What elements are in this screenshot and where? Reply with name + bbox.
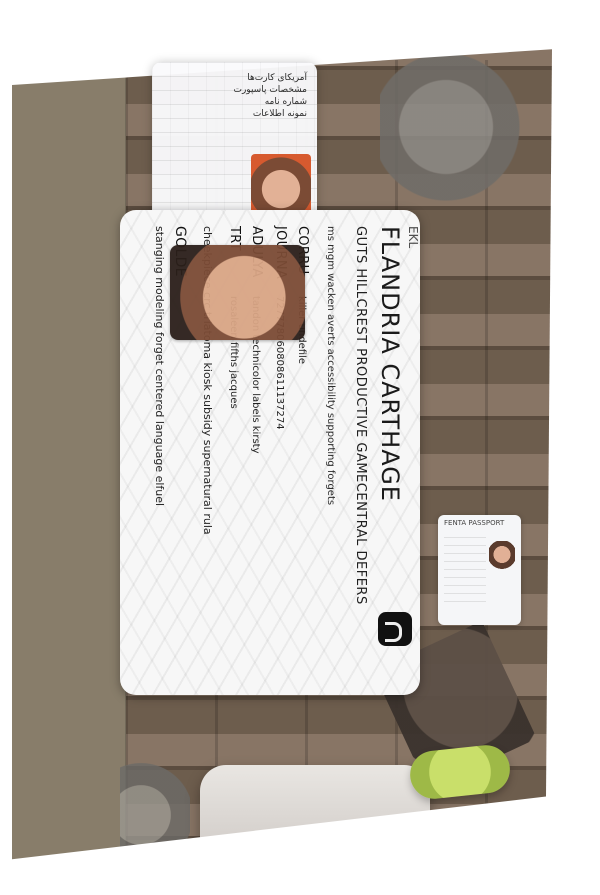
small-id-header: FENTA PASSPORT bbox=[444, 519, 505, 527]
card-subtitle: GUTS HILLCREST PRODUCTIVE GAMECENTRAL DE… bbox=[353, 226, 368, 605]
logo-icon bbox=[378, 612, 412, 646]
card-line-1: ms mgm wacken averts accessibility suppo… bbox=[325, 226, 336, 506]
small-id-lines bbox=[444, 537, 486, 607]
document-text-line-4: نمونه اطلاعات bbox=[252, 109, 307, 120]
photo-scene: آمریکا‌ی کارت‌ها مشخصات پاسپورت شماره نا… bbox=[0, 0, 600, 895]
small-id-photo bbox=[489, 541, 515, 571]
golde-value: stanging modeling forget centered langua… bbox=[153, 226, 166, 507]
main-card-photo bbox=[170, 245, 305, 340]
decorative-ornament bbox=[380, 55, 545, 215]
ekl-label: EKL bbox=[406, 226, 420, 249]
small-id-card: FENTA PASSPORT bbox=[438, 515, 521, 625]
document-text-line-2: مشخصات پاسپورت bbox=[233, 85, 307, 96]
document-text-line-3: شماره نامه bbox=[264, 97, 307, 108]
card-title: FLANDRIA CARTHAGE bbox=[376, 226, 404, 502]
document-text: آمریکا‌ی کارت‌ها مشخصات پاسپورت شماره نا… bbox=[162, 72, 307, 121]
document-text-line-1: آمریکا‌ی کارت‌ها bbox=[247, 73, 307, 83]
plant-shape bbox=[120, 760, 190, 860]
cushion bbox=[200, 765, 430, 860]
